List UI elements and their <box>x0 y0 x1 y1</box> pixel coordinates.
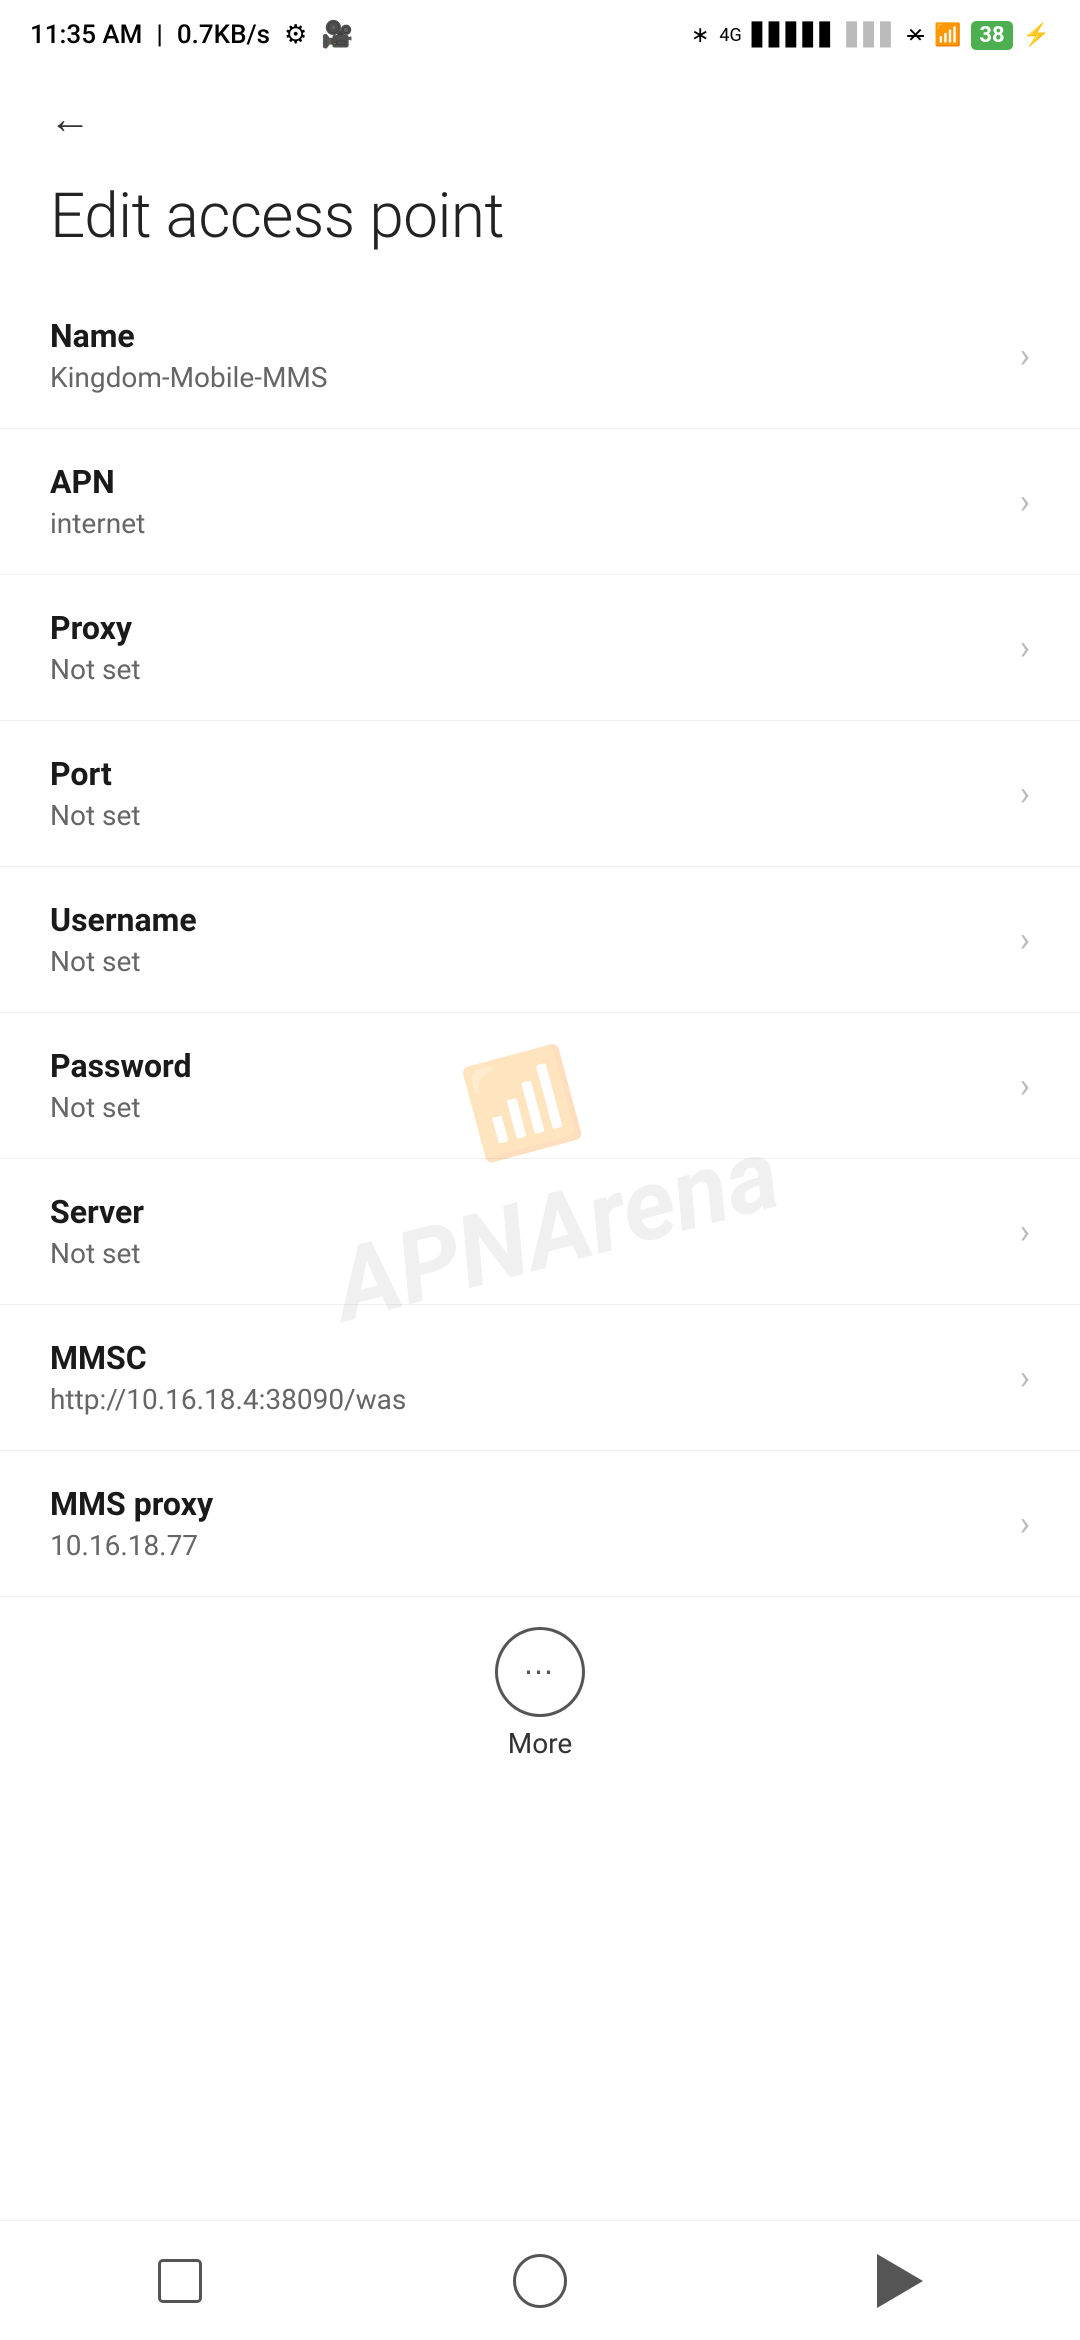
settings-item-value-password: Not set <box>50 1091 1000 1124</box>
settings-item-mmsc[interactable]: MMSC http://10.16.18.4:38090/was › <box>0 1305 1080 1451</box>
chevron-right-icon: › <box>1020 1504 1030 1544</box>
bluetooth-icon: ∗ <box>691 23 709 48</box>
wifi-icon: 📶 <box>934 23 961 48</box>
settings-item-value-apn: internet <box>50 507 1000 540</box>
settings-item-label-mmsc: MMSC <box>50 1339 1000 1377</box>
status-left: 11:35 AM | 0.7KB/s ⚙ 🎥 <box>30 20 354 50</box>
settings-item-label-apn: APN <box>50 463 1000 501</box>
nav-home-button[interactable] <box>500 2241 580 2321</box>
settings-item-label-proxy: Proxy <box>50 609 1000 647</box>
status-separator: | <box>156 20 162 50</box>
status-time: 11:35 AM <box>30 20 142 50</box>
chevron-right-icon: › <box>1020 482 1030 522</box>
nav-back-button[interactable] <box>860 2241 940 2321</box>
settings-item-content-name: Name Kingdom-Mobile-MMS <box>50 317 1000 394</box>
settings-item-content-mms-proxy: MMS proxy 10.16.18.77 <box>50 1485 1000 1562</box>
chevron-right-icon: › <box>1020 336 1030 376</box>
more-label: More <box>508 1727 573 1760</box>
settings-item-label-server: Server <box>50 1193 1000 1231</box>
settings-item-label-port: Port <box>50 755 1000 793</box>
more-dots-icon: ⋯ <box>524 1655 557 1690</box>
battery-icon: 38 <box>971 21 1012 50</box>
settings-item-content-username: Username Not set <box>50 901 1000 978</box>
recents-icon <box>158 2259 202 2303</box>
settings-icon: ⚙ <box>284 20 307 50</box>
settings-item-label-username: Username <box>50 901 1000 939</box>
page-title: Edit access point <box>0 160 1080 283</box>
settings-item-name[interactable]: Name Kingdom-Mobile-MMS › <box>0 283 1080 429</box>
chevron-right-icon: › <box>1020 1358 1030 1398</box>
settings-item-port[interactable]: Port Not set › <box>0 721 1080 867</box>
top-nav: ← <box>0 70 1080 160</box>
signal-4g-icon: 4G <box>719 25 741 46</box>
settings-item-apn[interactable]: APN internet › <box>0 429 1080 575</box>
more-button[interactable]: ⋯ <box>495 1627 585 1717</box>
signal-bars2-icon: ▋▋▋ <box>846 23 897 48</box>
settings-item-server[interactable]: Server Not set › <box>0 1159 1080 1305</box>
settings-item-label-name: Name <box>50 317 1000 355</box>
settings-item-content-server: Server Not set <box>50 1193 1000 1270</box>
chevron-right-icon: › <box>1020 1212 1030 1252</box>
signal-bars-icon: ▋▋▋▋▋ <box>752 23 837 48</box>
settings-item-content-proxy: Proxy Not set <box>50 609 1000 686</box>
settings-item-password[interactable]: Password Not set › <box>0 1013 1080 1159</box>
charging-icon: ⚡ <box>1023 23 1050 48</box>
home-icon <box>513 2254 567 2308</box>
back-arrow-icon: ← <box>49 99 91 141</box>
status-right: ∗ 4G ▋▋▋▋▋ ▋▋▋ ✕ 📶 38 ⚡ <box>691 21 1050 50</box>
chevron-right-icon: › <box>1020 628 1030 668</box>
settings-item-content-password: Password Not set <box>50 1047 1000 1124</box>
chevron-right-icon: › <box>1020 774 1030 814</box>
settings-item-value-proxy: Not set <box>50 653 1000 686</box>
settings-item-value-port: Not set <box>50 799 1000 832</box>
settings-item-content-mmsc: MMSC http://10.16.18.4:38090/was <box>50 1339 1000 1416</box>
settings-item-username[interactable]: Username Not set › <box>0 867 1080 1013</box>
settings-item-proxy[interactable]: Proxy Not set › <box>0 575 1080 721</box>
status-speed: 0.7KB/s <box>177 20 270 50</box>
settings-item-label-password: Password <box>50 1047 1000 1085</box>
settings-item-content-apn: APN internet <box>50 463 1000 540</box>
settings-item-value-mmsc: http://10.16.18.4:38090/was <box>50 1383 1000 1416</box>
video-icon: 🎥 <box>321 20 353 50</box>
settings-list: Name Kingdom-Mobile-MMS › APN internet ›… <box>0 283 1080 1597</box>
settings-item-content-port: Port Not set <box>50 755 1000 832</box>
chevron-right-icon: › <box>1020 1066 1030 1106</box>
settings-item-mms-proxy[interactable]: MMS proxy 10.16.18.77 › <box>0 1451 1080 1597</box>
wifi-off-icon: ✕ <box>907 23 924 47</box>
more-button-container: ⋯ More <box>0 1597 1080 1780</box>
status-bar: 11:35 AM | 0.7KB/s ⚙ 🎥 ∗ 4G ▋▋▋▋▋ ▋▋▋ ✕ … <box>0 0 1080 70</box>
settings-item-value-username: Not set <box>50 945 1000 978</box>
settings-item-value-mms-proxy: 10.16.18.77 <box>50 1529 1000 1562</box>
settings-item-value-name: Kingdom-Mobile-MMS <box>50 361 1000 394</box>
settings-item-value-server: Not set <box>50 1237 1000 1270</box>
back-icon <box>877 2254 923 2308</box>
chevron-right-icon: › <box>1020 920 1030 960</box>
nav-recents-button[interactable] <box>140 2241 220 2321</box>
settings-item-label-mms-proxy: MMS proxy <box>50 1485 1000 1523</box>
bottom-nav <box>0 2220 1080 2340</box>
back-button[interactable]: ← <box>40 90 100 150</box>
